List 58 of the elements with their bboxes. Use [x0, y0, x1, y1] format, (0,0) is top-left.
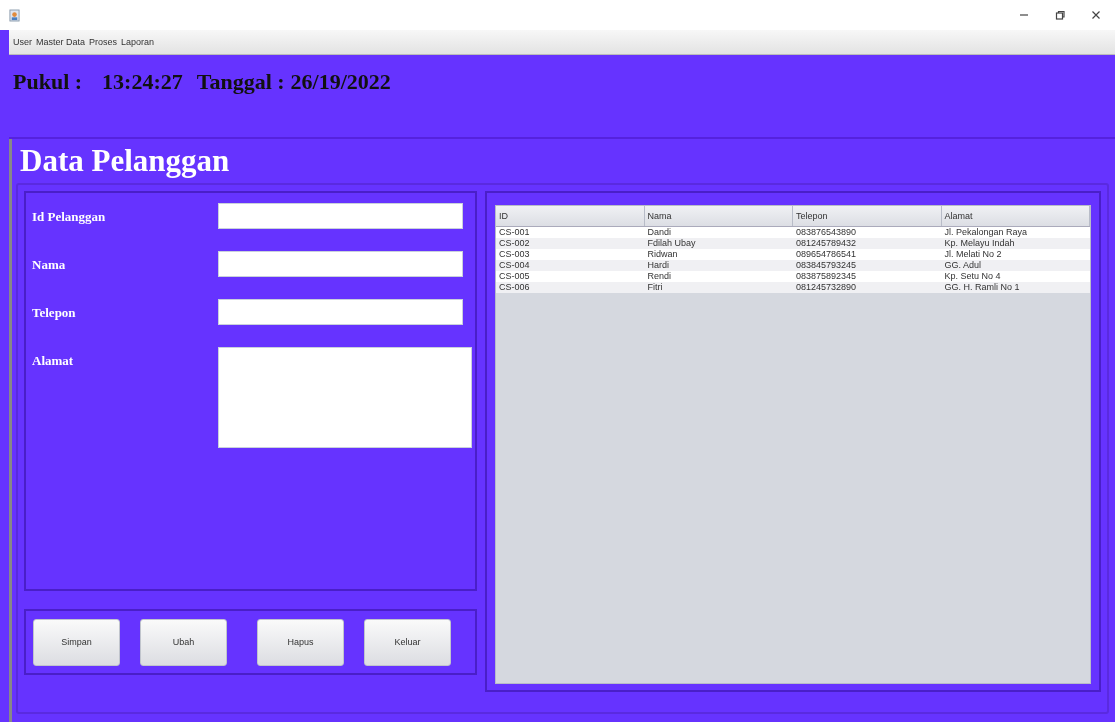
table-cell-text: Ridwan	[646, 249, 679, 260]
table-cell-text: CS-003	[498, 249, 531, 260]
table-cell-text: Fitri	[646, 282, 664, 293]
field-label: Telepon	[32, 304, 77, 321]
action-button[interactable]: Ubah	[140, 618, 227, 666]
input-field[interactable]	[218, 299, 463, 325]
table-cell-text: 081245732890	[795, 282, 858, 293]
table-cell-text: 083845793245	[795, 260, 858, 271]
time-label: Pukul :	[13, 69, 83, 95]
menu-item[interactable]: User	[13, 37, 32, 47]
table-cell-text: 089654786541	[795, 249, 858, 260]
date-value: 26/19/2022	[290, 69, 391, 95]
app-icon	[9, 8, 20, 22]
table-cell-text: Jl. Melati No 2	[943, 249, 1003, 260]
table-row[interactable]: CS-006 Fitri 081245732890 GG. H. Ramli No 1	[496, 282, 1090, 293]
table-row[interactable]: CS-005 Rendi 083875892345 Kp. Setu No 4	[496, 271, 1090, 282]
table-cell-text: CS-005	[498, 271, 531, 282]
restore-icon[interactable]	[1055, 10, 1065, 20]
table-cell-text: 083876543890	[795, 227, 858, 238]
table-cell-text: Kp. Setu No 4	[943, 271, 1002, 282]
column-header[interactable]: Alamat	[941, 206, 1090, 226]
column-header[interactable]: ID	[496, 206, 645, 226]
column-header[interactable]: Nama	[644, 206, 793, 226]
action-button[interactable]: Hapus	[257, 618, 344, 666]
menu-item[interactable]: Master Data	[36, 37, 86, 47]
table-cell-text: Jl. Pekalongan Raya	[943, 227, 1029, 238]
column-header[interactable]: Telepon	[793, 206, 942, 226]
table-cell-text: Fdilah Ubay	[646, 238, 697, 249]
field-label: Nama	[32, 256, 67, 273]
date-label: Tanggal :	[196, 69, 285, 95]
input-field[interactable]	[218, 203, 463, 229]
time-value: 13:24:27	[102, 69, 183, 95]
field-label: Alamat	[32, 352, 75, 369]
action-button[interactable]: Simpan	[33, 618, 120, 666]
table-cell-text: 081245789432	[795, 238, 858, 249]
address-field[interactable]	[218, 347, 472, 448]
table-cell-text: 083875892345	[795, 271, 858, 282]
table-cell-text: Kp. Melayu Indah	[943, 238, 1016, 249]
input-field[interactable]	[218, 251, 463, 277]
table-cell-text: CS-006	[498, 282, 531, 293]
menu-item[interactable]: Proses	[89, 37, 118, 47]
page-title: Data Pelanggan	[20, 143, 231, 180]
table-cell-text: Dandi	[646, 227, 672, 238]
table-row[interactable]: CS-003 Ridwan 089654786541 Jl. Melati No 2	[496, 249, 1090, 260]
table-cell-text: CS-002	[498, 238, 531, 249]
menu-item[interactable]: Laporan	[121, 37, 155, 47]
table-cell-text: GG. H. Ramli No 1	[943, 282, 1021, 293]
table-row[interactable]: CS-004 Hardi 083845793245 GG. Adul	[496, 260, 1090, 271]
table-cell-text: Rendi	[646, 271, 672, 282]
table-cell-text: Hardi	[646, 260, 670, 271]
table-row[interactable]: CS-001 Dandi 083876543890 Jl. Pekalongan Raya	[496, 227, 1090, 238]
table-cell-text: CS-004	[498, 260, 531, 271]
table-cell-text: CS-001	[498, 227, 531, 238]
table-row[interactable]: CS-002 Fdilah Ubay 081245789432 Kp. Melayu Indah	[496, 238, 1090, 249]
field-label: Id Pelanggan	[32, 208, 107, 225]
table-cell-text: GG. Adul	[943, 260, 983, 271]
close-icon[interactable]	[1091, 10, 1101, 20]
action-button[interactable]: Keluar	[364, 618, 451, 666]
